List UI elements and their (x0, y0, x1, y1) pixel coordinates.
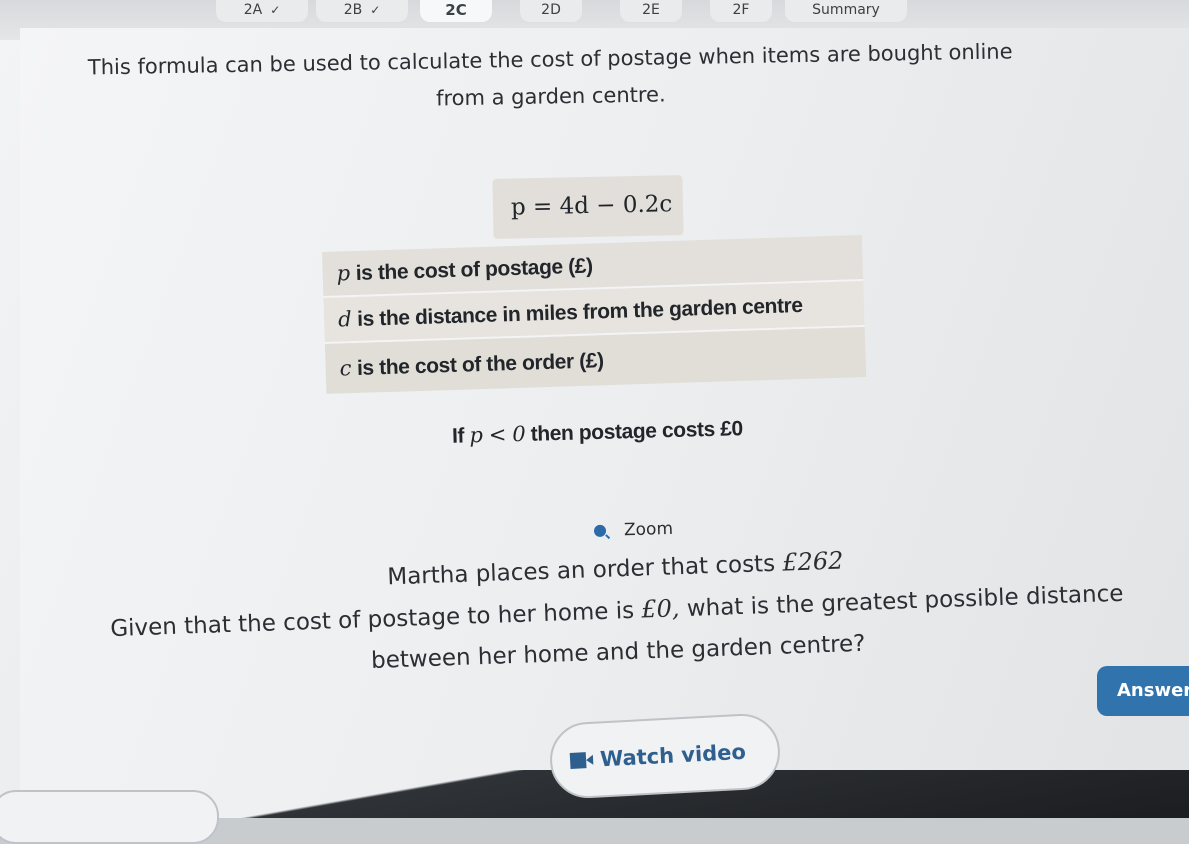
tab-summary[interactable]: Summary (785, 0, 907, 22)
question-text-part: Given that the cost of postage to her ho… (109, 597, 635, 643)
tab-label: 2A (243, 2, 263, 18)
zoom-label: Zoom (623, 518, 674, 541)
tab-label: 2E (642, 2, 660, 18)
definition-text: is the cost of postage (£) (355, 254, 593, 285)
note-prefix: If (451, 424, 465, 448)
tab-label: 2C (445, 1, 467, 19)
note-math: p < 0 (469, 421, 526, 448)
definitions-table: p is the cost of postage (£) d is the dist… (322, 235, 867, 394)
tab-2a[interactable]: 2A ✓ (216, 0, 308, 22)
tab-2e[interactable]: 2E (620, 0, 682, 22)
tab-2d[interactable]: 2D (520, 0, 582, 22)
formula: p = 4d − 0.2c (510, 191, 673, 221)
video-icon (569, 752, 587, 769)
tab-2c[interactable]: 2C (420, 0, 492, 22)
order-cost: £262 (781, 546, 844, 577)
screen: 2A ✓ 2B ✓ 2C 2D 2E 2F Summary This formula… (0, 0, 1189, 844)
tab-2b[interactable]: 2B ✓ (316, 0, 408, 22)
tab-label: Summary (812, 2, 880, 18)
watch-video-label: Watch video (599, 739, 747, 772)
variable: d (337, 307, 352, 332)
previous-button[interactable] (0, 790, 219, 844)
question-text-part: Martha places an order that costs (386, 550, 776, 591)
tab-label: 2D (541, 2, 561, 18)
note-suffix: then postage costs £0 (530, 417, 744, 446)
watch-video-button[interactable]: Watch video (548, 712, 782, 800)
definition-text: is the distance in miles from the garden… (356, 293, 803, 331)
variable: p (336, 261, 351, 286)
check-icon: ✓ (270, 3, 281, 17)
definition-text: is the cost of the order (£) (356, 349, 604, 380)
zoom-icon (593, 524, 607, 538)
zoom-button[interactable]: Zoom (593, 518, 674, 541)
tab-2f[interactable]: 2F (710, 0, 772, 22)
check-icon: ✓ (370, 3, 381, 17)
formula-box: p = 4d − 0.2c (492, 175, 684, 239)
postage-cost: £0, (640, 594, 681, 624)
tab-label: 2F (732, 2, 750, 18)
answer-button[interactable]: Answer (1097, 666, 1189, 716)
variable: c (339, 356, 352, 381)
tab-label: 2B (343, 2, 363, 18)
